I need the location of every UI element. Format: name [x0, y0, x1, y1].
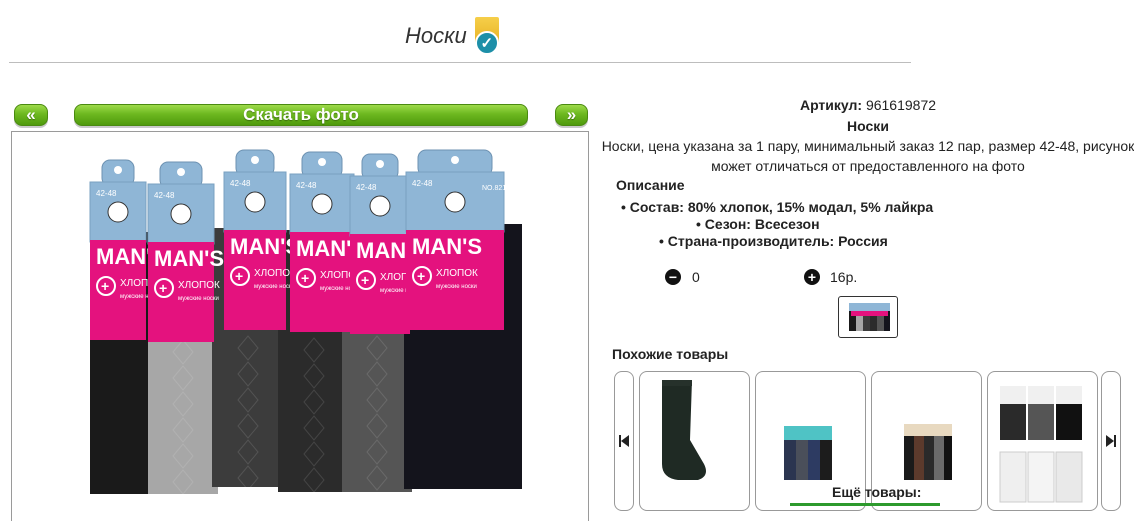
article-line: Артикул: 961619872	[594, 97, 1134, 113]
prev-photo-button[interactable]: «	[14, 104, 48, 126]
article-label: Артикул:	[799, 97, 863, 113]
svg-text:+: +	[361, 272, 369, 288]
svg-text:+: +	[101, 278, 109, 294]
photo-thumbnail[interactable]	[838, 296, 898, 338]
similar-product-card[interactable]	[987, 371, 1098, 511]
svg-text:мужские носки: мужские носки	[178, 296, 219, 302]
article-value: 961619872	[865, 97, 937, 113]
more-products-label: Ещё товары:	[832, 484, 922, 500]
svg-text:ХЛОПОК: ХЛОПОК	[254, 268, 296, 279]
product-name: Носки	[847, 118, 889, 134]
product-description-line2: может отличаться от предоставленного на …	[711, 158, 1025, 174]
similar-product-card[interactable]	[639, 371, 750, 511]
page-header: Носки ✓	[405, 14, 501, 58]
quantity-value: 0	[692, 269, 700, 285]
download-photo-button[interactable]: Скачать фото	[74, 104, 528, 126]
product-description-line1: Носки, цена указана за 1 пару, минимальн…	[601, 138, 1134, 154]
svg-text:ХЛОПОК: ХЛОПОК	[178, 280, 220, 291]
next-photo-button[interactable]: »	[555, 104, 588, 126]
svg-text:+: +	[235, 268, 243, 284]
svg-text:42-48: 42-48	[230, 179, 251, 188]
svg-text:NO.821: NO.821	[482, 185, 506, 192]
similar-products-title: Похожие товары	[612, 346, 729, 362]
svg-text:MAN'S: MAN'S	[230, 234, 300, 259]
svg-text:42-48: 42-48	[296, 181, 317, 190]
svg-text:мужские носки: мужские носки	[254, 284, 295, 290]
price: 16р.	[830, 269, 858, 285]
plus-circle-icon[interactable]: +	[804, 269, 820, 285]
svg-text:42-48: 42-48	[412, 179, 433, 188]
svg-text:42-48: 42-48	[356, 183, 377, 192]
svg-text:мужские носки: мужские носки	[436, 284, 477, 290]
svg-text:+: +	[417, 268, 425, 284]
minus-circle-icon[interactable]: −	[665, 269, 681, 285]
svg-text:+: +	[159, 280, 167, 296]
page-title: Носки	[405, 23, 467, 48]
description-heading: Описание	[616, 177, 685, 193]
property-composition: • Состав: 80% хлопок, 15% модал, 5% лайк…	[621, 199, 934, 215]
property-season: • Сезон: Всесезон	[696, 216, 820, 232]
skip-forward-icon[interactable]	[1101, 371, 1121, 511]
skip-back-icon[interactable]	[614, 371, 634, 511]
svg-text:+: +	[301, 270, 309, 286]
product-photo: 42-48 MAN'S + ХЛОПОК мужские носки 42-48 MAN'S…	[11, 131, 589, 521]
svg-text:ХЛОПОК: ХЛОПОК	[436, 268, 478, 279]
svg-text:MAN'S: MAN'S	[412, 234, 482, 259]
title-divider	[9, 62, 911, 63]
check-badge-icon: ✓	[473, 17, 501, 55]
svg-text:42-48: 42-48	[96, 189, 117, 198]
svg-text:MAN'S: MAN'S	[154, 246, 224, 271]
property-country: • Страна-производитель: Россия	[659, 233, 888, 249]
svg-text:42-48: 42-48	[154, 191, 175, 200]
